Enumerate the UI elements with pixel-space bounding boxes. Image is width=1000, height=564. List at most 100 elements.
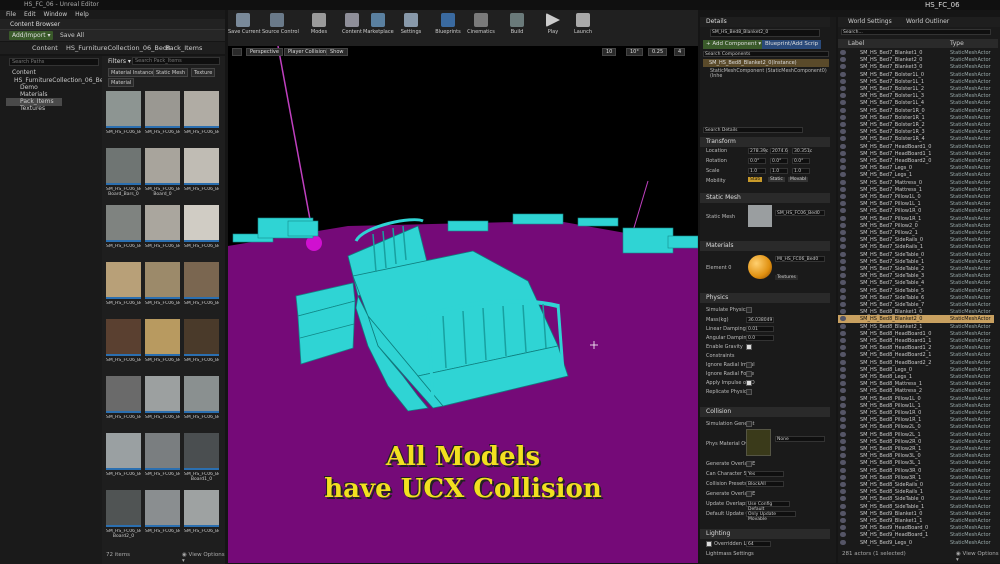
col-type[interactable]: Type (950, 40, 964, 47)
visibility-eye-icon[interactable] (840, 510, 846, 516)
search-paths-input[interactable]: Search Paths (9, 58, 99, 66)
visibility-eye-icon[interactable] (840, 352, 846, 358)
visibility-eye-icon[interactable] (840, 230, 846, 235)
instance-row[interactable]: SM_HS_Bed8_Blanket2_0(Instance) (703, 59, 829, 67)
visibility-eye-icon[interactable] (840, 532, 846, 538)
visibility-eye-icon[interactable] (840, 273, 846, 279)
rotation-y[interactable]: 0.0° (770, 158, 788, 164)
visibility-eye-icon[interactable] (840, 525, 846, 531)
asset-tile[interactable]: SM_HS_FC06_Bed01_Skirt_0 (106, 376, 141, 430)
launch-button[interactable]: Launch (568, 13, 598, 35)
visibility-eye-icon[interactable] (840, 136, 846, 142)
generate-overlap-checkbox[interactable] (746, 461, 752, 467)
visibility-eye-icon[interactable] (840, 338, 846, 343)
visibility-eye-icon[interactable] (840, 438, 846, 444)
phys-material-value[interactable]: None (775, 436, 825, 442)
visibility-eye-icon[interactable] (840, 489, 846, 495)
visibility-eye-icon[interactable] (840, 482, 846, 487)
visibility-eye-icon[interactable] (840, 323, 846, 329)
materials-header[interactable]: Materials (700, 241, 830, 251)
visibility-eye-icon[interactable] (840, 71, 846, 77)
textures-dropdown[interactable]: Textures (775, 275, 798, 280)
collision-header[interactable]: Collision (700, 407, 830, 417)
visibility-eye-icon[interactable] (840, 179, 846, 185)
visibility-eye-icon[interactable] (840, 467, 846, 473)
blueprints-button[interactable]: Blueprints (433, 13, 463, 35)
save-current-button[interactable]: Save Current (228, 13, 261, 35)
asset-tile[interactable]: SM_HS_FC06_Bed02_Bolster1L_0 (106, 433, 141, 487)
visibility-eye-icon[interactable] (840, 258, 846, 264)
apply-impulse-checkbox[interactable] (746, 380, 752, 386)
visibility-eye-icon[interactable] (840, 294, 846, 300)
mobility-movable[interactable]: Movabl (788, 177, 809, 182)
visibility-eye-icon[interactable] (840, 107, 846, 113)
mobility-static[interactable]: Static (768, 177, 785, 182)
add-component-button[interactable]: + Add Component ▾ (703, 40, 765, 49)
visibility-eye-icon[interactable] (840, 251, 846, 257)
camera-speed-value[interactable]: 4 (674, 48, 686, 56)
asset-tile[interactable]: SM_HS_FC06_Bed01_Foot Board_Bars_0 (106, 148, 141, 202)
visibility-eye-icon[interactable] (840, 474, 846, 480)
asset-tile[interactable]: SM_HS_FC06_Bed01_Pillow1R_0 (184, 205, 219, 259)
ignore-radial-force-checkbox[interactable] (746, 371, 752, 377)
visibility-eye-icon[interactable] (840, 186, 846, 192)
visibility-eye-icon[interactable] (840, 402, 846, 408)
simulate-physics-checkbox[interactable] (746, 307, 752, 313)
visibility-eye-icon[interactable] (840, 266, 846, 271)
visibility-eye-icon[interactable] (840, 208, 846, 214)
asset-tile[interactable]: SM_HS_FC06_Bed01_SideTable_0 (184, 319, 219, 373)
details-tab[interactable]: Details (700, 17, 830, 27)
visibility-eye-icon[interactable] (840, 431, 846, 437)
material-value[interactable]: MI_HS_FC06_Bed0 (775, 256, 825, 262)
visibility-eye-icon[interactable] (840, 302, 846, 307)
visibility-eye-icon[interactable] (840, 237, 846, 243)
transform-header[interactable]: Transform (700, 137, 830, 147)
visibility-eye-icon[interactable] (840, 244, 846, 250)
asset-tile[interactable]: SM_HS_FC06_Bed01_Pillow3R_0 (106, 319, 141, 373)
location-y[interactable]: 2074.6 (770, 148, 788, 154)
visibility-eye-icon[interactable] (840, 86, 846, 91)
visibility-eye-icon[interactable] (840, 410, 846, 415)
scale-snap-value[interactable]: 0.25 (648, 48, 668, 56)
asset-search-input[interactable]: Search Pack_Items (132, 57, 220, 65)
visibility-eye-icon[interactable] (840, 93, 846, 99)
col-label[interactable]: Label (848, 40, 864, 47)
asset-tile[interactable]: SM_HS_FC06_Bed01_Blanket1_0 (106, 91, 141, 145)
visibility-eye-icon[interactable] (840, 143, 846, 149)
visibility-eye-icon[interactable] (840, 50, 846, 55)
visibility-eye-icon[interactable] (840, 316, 846, 322)
visibility-eye-icon[interactable] (840, 280, 846, 286)
asset-tile[interactable]: SM_HS_FC06_Bed01_Pillow2L_0 (106, 262, 141, 316)
modes-button[interactable]: Modes (304, 13, 334, 35)
viewport-menu-icon[interactable] (232, 48, 242, 56)
static-mesh-value[interactable]: SM_HS_FC06_Bed0 (775, 210, 825, 216)
mass-field[interactable]: 36.038049 (746, 317, 774, 323)
generate-overlap-2-checkbox[interactable] (746, 491, 752, 497)
default-update-value[interactable]: Only Update Movable (746, 511, 796, 522)
scale-z[interactable]: 1.0 (792, 168, 810, 174)
visibility-eye-icon[interactable] (840, 158, 846, 163)
rotation-x[interactable]: 0.0° (748, 158, 766, 164)
visibility-eye-icon[interactable] (840, 57, 846, 63)
can-character-step-value[interactable]: Yes (746, 471, 784, 477)
asset-tile[interactable]: SM_HS_FC06_Bed01_Bolster1_0 (184, 91, 219, 145)
visibility-eye-icon[interactable] (840, 222, 846, 228)
tree-item-content[interactable]: Content (12, 69, 36, 77)
visibility-eye-icon[interactable] (840, 309, 846, 315)
outliner-view-options[interactable]: ◉ View Options ▾ (956, 551, 1000, 563)
asset-tile[interactable]: SM_HS_FC06_Bed01_Pillow4_0 (145, 319, 180, 373)
build-button[interactable]: Build (502, 13, 532, 35)
static-mesh-header[interactable]: Static Mesh (700, 193, 830, 203)
perspective-button[interactable]: Perspective (246, 48, 283, 56)
visibility-eye-icon[interactable] (840, 460, 846, 466)
visibility-eye-icon[interactable] (840, 539, 846, 545)
visibility-eye-icon[interactable] (840, 381, 846, 387)
cinematics-button[interactable]: Cinematics (466, 13, 496, 35)
filter-static-mesh[interactable]: Static Mesh (153, 68, 189, 77)
grid-snap-value[interactable]: 10 (602, 48, 617, 56)
visibility-eye-icon[interactable] (840, 366, 846, 372)
filter-material[interactable]: Material (108, 78, 135, 87)
filter-material-instance[interactable]: Material Instance (108, 68, 158, 77)
tree-item-textures[interactable]: Textures (20, 105, 45, 113)
search-details-input[interactable]: Search Details (703, 127, 803, 133)
